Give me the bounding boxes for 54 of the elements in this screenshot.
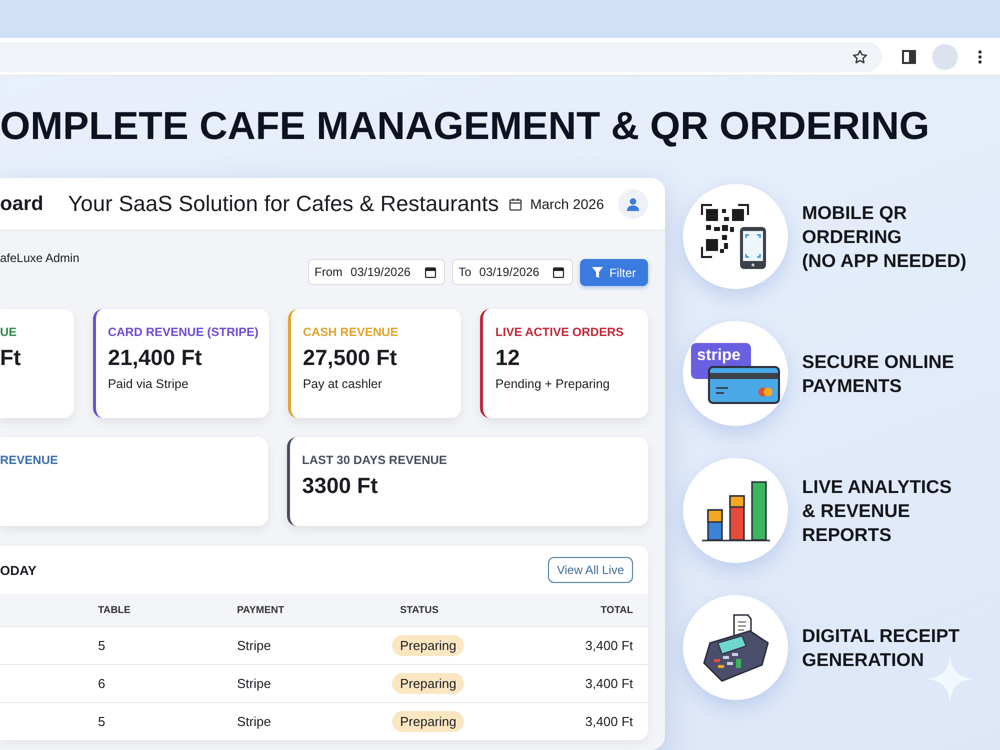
stat-label: UE: [0, 325, 18, 339]
dashboard-subtitle: Your SaaS Solution for Cafes & Restaurants: [68, 191, 499, 217]
calendar-icon: [424, 266, 436, 278]
table-cell-text: Stripe: [237, 638, 272, 653]
bar-chart-icon: [702, 480, 770, 542]
feature-title: LIVE ANALYTICS & REVENUE REPORTS: [802, 474, 952, 546]
orders-title: ODAY: [0, 562, 36, 578]
feature-title: MOBILE QR ORDERING (NO APP NEEDED): [802, 200, 966, 272]
stat-value: Ft: [0, 345, 22, 371]
user-name: afeLuxe Admin: [0, 251, 80, 265]
stat-value: 3300 Ft: [302, 473, 379, 499]
calendar-icon: [509, 198, 522, 210]
table-cell: 3,400 Ft: [585, 638, 633, 653]
stat-note: Pending + Preparing: [495, 377, 611, 391]
stat-value: 27,500 Ft: [302, 345, 398, 371]
user-avatar[interactable]: [618, 189, 648, 219]
table-cell: 3,400 Ft: [585, 676, 633, 691]
headline: OMPLETE CAFE MANAGEMENT & QR ORDERING: [0, 105, 930, 149]
stat-label: CASH REVENUE: [302, 325, 400, 339]
calendar-icon: [553, 266, 564, 278]
star-icon[interactable]: [852, 48, 868, 64]
view-all-button[interactable]: View All Live: [548, 557, 633, 583]
to-date-field[interactable]: To 03/19/2026: [452, 259, 574, 285]
feature-title: SECURE ONLINE PAYMENTS: [802, 350, 954, 398]
table-cell-text: Stripe: [237, 714, 272, 729]
user-icon: [627, 198, 639, 210]
column-header: STATUS: [400, 604, 440, 616]
column-header: TOTAL: [600, 604, 633, 616]
column-header: TABLE: [98, 604, 132, 616]
stat-note: Paid via Stripe: [108, 377, 190, 391]
stat-note: Pay at cashler: [302, 377, 384, 391]
filter-icon: [592, 267, 604, 278]
table-cell-text: Stripe: [237, 676, 272, 691]
table-cell: 3,400 Ft: [585, 714, 633, 729]
stat-label: LIVE ACTIVE ORDERS: [495, 325, 625, 339]
filter-button[interactable]: Filter: [580, 259, 648, 286]
dashboard-title: oard: [0, 192, 44, 216]
date-label: March 2026: [530, 196, 604, 212]
status-badge: Preparing: [392, 673, 464, 694]
column-header: PAYMENT: [237, 604, 286, 616]
side-panel-icon[interactable]: [902, 50, 916, 64]
table-cell-text: 5: [98, 714, 106, 729]
table-cell-text: 5: [98, 638, 106, 653]
table-cell-text: 6: [98, 676, 106, 691]
stat-label: CARD REVENUE (STRIPE): [108, 325, 257, 339]
from-date-field[interactable]: From 03/19/2026: [308, 259, 445, 285]
status-badge: Preparing: [392, 635, 464, 656]
stat-label: LAST 30 DAYS REVENUE: [302, 453, 448, 467]
stat-value: 21,400 Ft: [108, 345, 203, 371]
stat-value: 12: [495, 345, 521, 371]
status-badge: Preparing: [392, 711, 464, 732]
feature-title: DIGITAL RECEIPT GENERATION: [802, 624, 960, 672]
stat-label: REVENUE: [0, 453, 60, 467]
menu-icon[interactable]: [978, 50, 982, 64]
